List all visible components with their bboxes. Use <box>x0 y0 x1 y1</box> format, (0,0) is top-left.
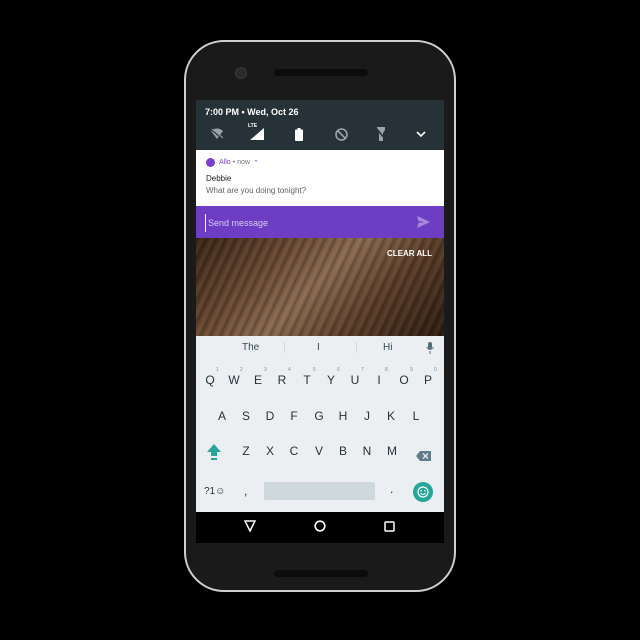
wifi-icon[interactable] <box>208 125 226 143</box>
key-hint: 6 <box>337 367 340 373</box>
send-icon[interactable] <box>417 215 430 233</box>
navigation-bar <box>196 512 444 543</box>
key-e[interactable]: E <box>248 373 268 387</box>
key-hint: 5 <box>313 367 316 373</box>
suggestion-3[interactable]: Hi <box>383 342 392 353</box>
emoji-key[interactable] <box>413 482 433 502</box>
key-hint: 3 <box>264 367 267 373</box>
keyboard: The I Hi Q W E R T Y U I O P 1 2 3 4 5 6… <box>196 336 444 512</box>
key-hint: 4 <box>288 367 291 373</box>
key-q[interactable]: Q <box>200 373 220 387</box>
notification-header: Allo • now ⌃ <box>206 158 259 167</box>
flashlight-icon[interactable] <box>372 125 390 143</box>
do-not-disturb-icon[interactable] <box>332 125 350 143</box>
key-w[interactable]: W <box>224 373 244 387</box>
key-f[interactable]: F <box>284 409 304 423</box>
key-i[interactable]: I <box>369 373 389 387</box>
comma-key[interactable]: , <box>244 484 247 498</box>
key-j[interactable]: J <box>357 409 377 423</box>
bottom-speaker <box>274 570 368 577</box>
microphone-icon[interactable] <box>426 341 434 359</box>
key-hint: 2 <box>240 367 243 373</box>
home-icon[interactable] <box>314 519 326 537</box>
back-icon[interactable] <box>243 519 257 537</box>
top-speaker <box>274 69 368 76</box>
key-m[interactable]: M <box>382 444 402 458</box>
expand-icon[interactable] <box>412 125 430 143</box>
period-key[interactable]: . <box>390 482 393 496</box>
suggestion-divider <box>356 342 357 353</box>
key-hint: 9 <box>410 367 413 373</box>
key-p[interactable]: P <box>418 373 438 387</box>
screen: 7:00 PM • Wed, Oct 26 LTE Allo • now ⌃ D… <box>196 100 444 543</box>
symbols-key[interactable]: ?1☺ <box>204 486 225 497</box>
key-b[interactable]: B <box>333 444 353 458</box>
key-x[interactable]: X <box>260 444 280 458</box>
clear-all-button[interactable]: CLEAR ALL <box>387 249 432 258</box>
key-hint: 0 <box>434 367 437 373</box>
key-n[interactable]: N <box>357 444 377 458</box>
key-z[interactable]: Z <box>236 444 256 458</box>
key-o[interactable]: O <box>394 373 414 387</box>
notification-time: • now <box>232 159 250 166</box>
key-h[interactable]: H <box>333 409 353 423</box>
key-l[interactable]: L <box>406 409 426 423</box>
backspace-icon[interactable] <box>416 448 431 466</box>
key-v[interactable]: V <box>309 444 329 458</box>
key-d[interactable]: D <box>260 409 280 423</box>
key-c[interactable]: C <box>284 444 304 458</box>
key-y[interactable]: Y <box>321 373 341 387</box>
recents-icon[interactable] <box>384 519 395 537</box>
key-u[interactable]: U <box>345 373 365 387</box>
suggestion-divider <box>284 342 285 353</box>
suggestion-2[interactable]: I <box>317 342 320 353</box>
key-g[interactable]: G <box>309 409 329 423</box>
key-s[interactable]: S <box>236 409 256 423</box>
notification-shade-header: 7:00 PM • Wed, Oct 26 LTE <box>196 100 444 150</box>
wallpaper: CLEAR ALL <box>196 238 444 336</box>
signal-lte-icon[interactable]: LTE <box>248 123 266 143</box>
lte-label: LTE <box>248 123 258 129</box>
allo-app-icon <box>206 158 215 167</box>
collapse-chevron-icon[interactable]: ⌃ <box>253 159 259 167</box>
space-bar[interactable] <box>264 482 375 500</box>
send-message-input[interactable] <box>205 214 410 232</box>
smiley-icon <box>417 486 429 498</box>
key-hint: 8 <box>385 367 388 373</box>
shift-icon[interactable] <box>207 444 221 465</box>
inline-reply-bar <box>196 206 444 238</box>
key-t[interactable]: T <box>297 373 317 387</box>
key-hint: 7 <box>361 367 364 373</box>
allo-notification[interactable]: Allo • now ⌃ Debbie What are you doing t… <box>196 150 444 206</box>
app-name: Allo <box>219 159 231 166</box>
key-a[interactable]: A <box>212 409 232 423</box>
battery-icon[interactable] <box>290 125 308 143</box>
date-time: 7:00 PM • Wed, Oct 26 <box>205 107 299 117</box>
key-k[interactable]: K <box>381 409 401 423</box>
key-r[interactable]: R <box>272 373 292 387</box>
suggestion-strip: The I Hi <box>196 336 444 358</box>
notification-message: What are you doing tonight? <box>206 186 307 195</box>
key-hint: 1 <box>216 367 219 373</box>
suggestion-1[interactable]: The <box>242 342 259 353</box>
front-camera <box>235 67 247 79</box>
notification-sender: Debbie <box>206 174 232 183</box>
